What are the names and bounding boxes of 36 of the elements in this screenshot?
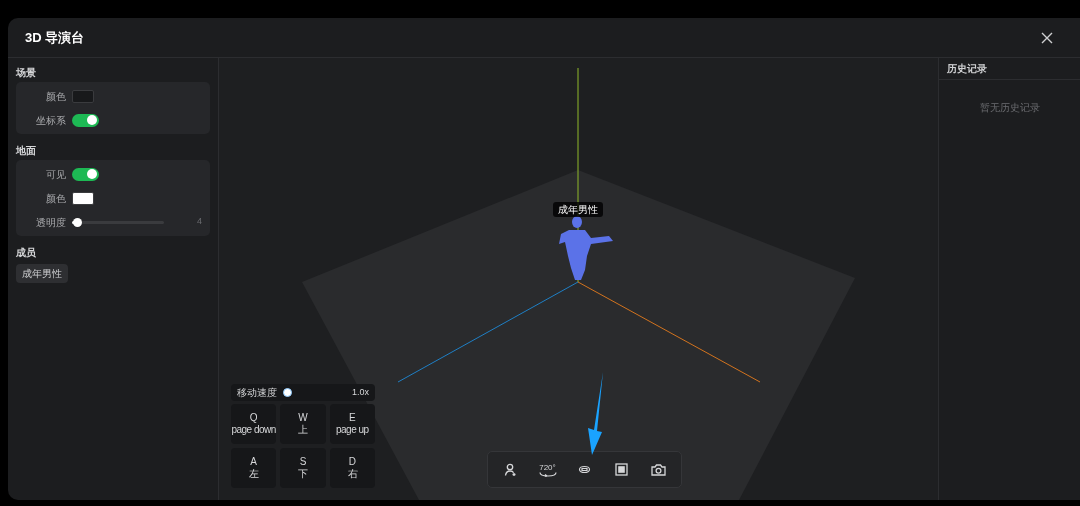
field-label: 颜色: [45, 191, 66, 206]
field-label: 坐标系: [35, 113, 66, 128]
frame-icon: [615, 463, 628, 476]
empty-message: 暂无历史记录: [979, 101, 1040, 115]
speed-label: 移动速度: [237, 386, 277, 400]
slider-value: 4: [197, 215, 202, 229]
rotate-arrow-icon: [538, 471, 557, 477]
orbit-icon: [578, 463, 591, 476]
key-button[interactable]: A 左: [231, 448, 277, 488]
close-icon: [1041, 31, 1053, 44]
key-button[interactable]: D 右: [329, 448, 375, 488]
key-button[interactable]: Q page down: [231, 404, 277, 444]
color-swatch[interactable]: [72, 89, 94, 103]
section-heading: 场景: [16, 65, 37, 80]
field-label: 透明度: [35, 215, 66, 230]
camera-icon: [651, 463, 666, 476]
key-button[interactable]: E page up: [329, 404, 375, 444]
human-figure-drawing: [559, 216, 613, 280]
section-heading: 成员: [16, 245, 37, 260]
key-button[interactable]: S 下: [280, 448, 326, 488]
toggle-switch[interactable]: [72, 167, 99, 181]
member-chip[interactable]: 成年男性: [16, 264, 68, 283]
speed-value: 1.0x: [352, 385, 369, 399]
key-button[interactable]: W 上: [280, 404, 326, 444]
window-title: 3D 导演台: [25, 28, 85, 47]
rotate-button[interactable]: 720°: [533, 455, 562, 484]
panel-title: 历史记录: [947, 62, 987, 76]
field-label: 可见: [45, 167, 66, 182]
toggle-switch[interactable]: [72, 113, 99, 127]
slider-thumb[interactable]: [283, 388, 292, 397]
color-swatch[interactable]: [72, 191, 94, 205]
section-heading: 地面: [16, 143, 37, 158]
person-icon: [504, 463, 517, 476]
slider-thumb[interactable]: [72, 217, 82, 227]
field-label: 颜色: [45, 89, 66, 104]
figure-label: 成年男性: [553, 202, 603, 217]
